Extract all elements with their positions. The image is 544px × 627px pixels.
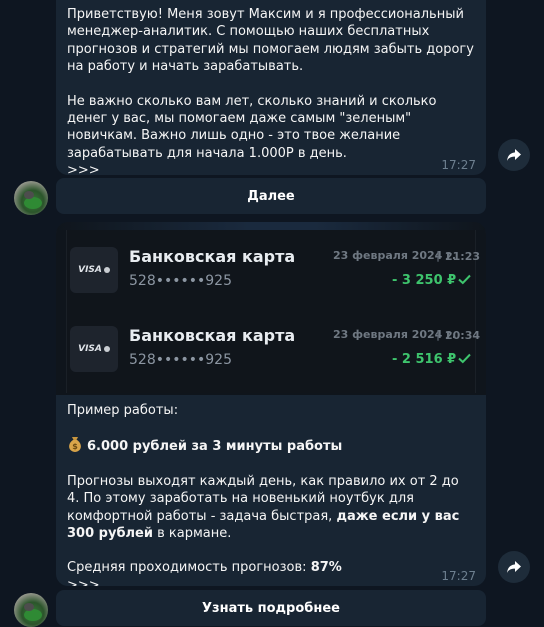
check-icon [458, 274, 471, 285]
transaction-row: VISA Банковская карта 528••••••925 23 фе… [70, 324, 481, 384]
message-paragraph: Не важно сколько вам лет, сколько знаний… [67, 93, 437, 161]
card-number: 528••••••925 [129, 352, 232, 368]
message-text: Приветствую! Меня зовут Максим и я профе… [56, 0, 486, 180]
visa-logo: VISA [70, 247, 118, 293]
stats-line: Средняя проходимость прогнозов: 87% [67, 560, 342, 576]
read-more-marker: >>> [67, 577, 100, 586]
highlight-line: $ 6.000 рублей за 3 минуты работы [67, 436, 475, 455]
share-icon [507, 561, 521, 573]
message-time: 17:27 [441, 569, 476, 583]
message-paragraph: Приветствую! Меня зовут Максим и я профе… [67, 7, 474, 75]
transaction-amount: - 3 250 ₽ [392, 273, 457, 288]
message-text: Пример работы: $ 6.000 рублей за 3 минут… [56, 402, 486, 586]
transaction-row: VISA Банковская карта 528••••••925 23 фе… [70, 245, 481, 305]
avatar[interactable] [14, 593, 48, 627]
money-bag-icon: $ [69, 437, 81, 453]
share-icon [507, 149, 521, 161]
intro-line: Пример работы: [67, 403, 179, 418]
message-time: 17:27 [441, 158, 476, 172]
avatar[interactable] [14, 181, 48, 215]
next-button[interactable]: Далее [56, 178, 486, 214]
transaction-time: 20:34 [445, 329, 481, 342]
body-paragraph: Прогнозы выходят каждый день, как правил… [67, 473, 460, 542]
card-number: 528••••••925 [129, 273, 232, 289]
visa-logo: VISA [70, 326, 118, 372]
message-bubble-1: Приветствую! Меня зовут Максим и я профе… [56, 0, 486, 178]
svg-text:$: $ [72, 442, 78, 451]
card-title: Банковская карта [129, 247, 296, 266]
message-bubble-2: VISA Банковская карта 528••••••925 23 фе… [56, 222, 486, 586]
learn-more-button[interactable]: Узнать подробнее [56, 590, 486, 626]
transaction-amount: - 2 516 ₽ [392, 352, 457, 367]
check-icon [458, 353, 471, 364]
screenshot-image[interactable]: VISA Банковская карта 528••••••925 23 фе… [56, 222, 486, 395]
share-button[interactable] [498, 139, 530, 171]
share-button[interactable] [498, 551, 530, 583]
card-title: Банковская карта [129, 326, 296, 345]
transaction-time: 21:23 [445, 250, 481, 263]
